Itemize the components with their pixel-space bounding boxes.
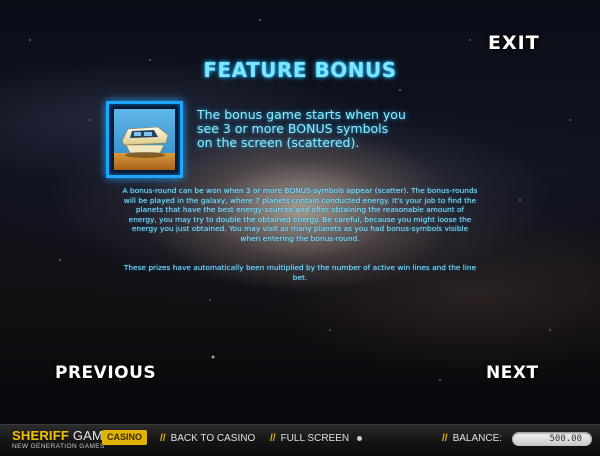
bonus-symbol-icon bbox=[106, 101, 183, 178]
balance-value: 500.00 bbox=[512, 432, 592, 446]
page-title: FEATURE BONUS bbox=[203, 58, 397, 82]
separator: // bbox=[160, 433, 166, 444]
game-info-screen: EXIT FEATURE BONUS The bonus game starts… bbox=[0, 0, 600, 424]
next-button[interactable]: NEXT bbox=[486, 363, 539, 383]
casino-badge: CASINO bbox=[102, 430, 148, 445]
prizes-note: These prizes have automatically been mul… bbox=[123, 263, 477, 282]
casino-footer-bar: SHERIFF GAMING NEW GENERATION GAMES CASI… bbox=[0, 424, 600, 456]
full-screen-link[interactable]: //FULL SCREEN bbox=[270, 433, 349, 445]
back-to-casino-link[interactable]: //BACK TO CASINO bbox=[160, 433, 255, 445]
separator: // bbox=[270, 433, 276, 444]
sound-toggle-icon[interactable] bbox=[357, 436, 362, 441]
separator: // bbox=[442, 433, 448, 444]
bonus-intro-text: The bonus game starts when you see 3 or … bbox=[197, 107, 406, 150]
spaceship-icon bbox=[114, 126, 175, 170]
previous-button[interactable]: PREVIOUS bbox=[55, 363, 156, 383]
bonus-description: A bonus-round can be won when 3 or more … bbox=[122, 186, 478, 243]
balance-label: //BALANCE: bbox=[442, 433, 503, 444]
exit-button[interactable]: EXIT bbox=[488, 32, 540, 54]
